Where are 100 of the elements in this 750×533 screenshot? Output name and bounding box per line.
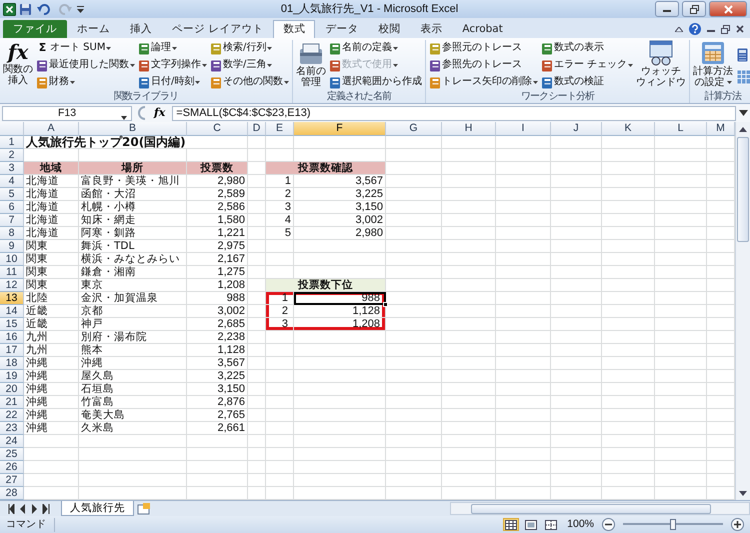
spreadsheet-cell[interactable]	[551, 279, 602, 292]
spreadsheet-cell[interactable]	[294, 253, 386, 266]
spreadsheet-cell[interactable]: 熊本	[79, 344, 187, 357]
spreadsheet-cell[interactable]	[386, 149, 442, 162]
name-box[interactable]: F13	[2, 106, 132, 120]
spreadsheet-cell[interactable]	[602, 136, 655, 149]
spreadsheet-cell[interactable]	[248, 474, 266, 487]
row-header[interactable]: 10	[0, 253, 24, 266]
spreadsheet-cell[interactable]: 2,765	[187, 409, 248, 422]
scroll-down-icon[interactable]	[739, 490, 747, 496]
spreadsheet-cell[interactable]	[386, 422, 442, 435]
spreadsheet-cell[interactable]	[655, 357, 707, 370]
spreadsheet-cell[interactable]	[442, 318, 496, 331]
collapse-ribbon-icon[interactable]	[675, 26, 683, 32]
spreadsheet-cell[interactable]	[496, 435, 551, 448]
spreadsheet-cell[interactable]	[655, 474, 707, 487]
spreadsheet-cell[interactable]	[266, 136, 294, 149]
spreadsheet-cell[interactable]	[551, 435, 602, 448]
spreadsheet-cell[interactable]	[266, 383, 294, 396]
spreadsheet-cell[interactable]	[602, 435, 655, 448]
ribbon-tab[interactable]: 校閲	[368, 20, 410, 38]
row-header[interactable]: 6	[0, 201, 24, 214]
ribbon-button[interactable]: 検索/行列	[209, 40, 290, 56]
spreadsheet-cell[interactable]	[442, 422, 496, 435]
spreadsheet-cell[interactable]	[551, 409, 602, 422]
spreadsheet-cell[interactable]	[386, 292, 442, 305]
spreadsheet-cell[interactable]	[79, 448, 187, 461]
spreadsheet-cell[interactable]	[248, 383, 266, 396]
spreadsheet-cell[interactable]: 関東	[24, 279, 79, 292]
spreadsheet-cell[interactable]	[266, 370, 294, 383]
spreadsheet-cell[interactable]	[602, 396, 655, 409]
sheet-grid-icon[interactable]	[737, 70, 750, 84]
close-button[interactable]	[709, 1, 747, 17]
spreadsheet-cell[interactable]	[248, 175, 266, 188]
spreadsheet-cell[interactable]	[602, 461, 655, 474]
spreadsheet-cell[interactable]: 2,167	[187, 253, 248, 266]
ribbon-button[interactable]: 参照先のトレース	[428, 57, 539, 73]
spreadsheet-cell[interactable]: 3,567	[294, 175, 386, 188]
spreadsheet-cell[interactable]: 3,567	[187, 357, 248, 370]
spreadsheet-cell[interactable]: 北海道	[24, 175, 79, 188]
spreadsheet-cell[interactable]: 1,580	[187, 214, 248, 227]
spreadsheet-cell[interactable]	[442, 175, 496, 188]
spreadsheet-cell[interactable]	[386, 201, 442, 214]
spreadsheet-cell[interactable]	[602, 175, 655, 188]
spreadsheet-cell[interactable]: 石垣島	[79, 383, 187, 396]
ribbon-tab[interactable]: 数式	[273, 20, 316, 38]
spreadsheet-cell[interactable]: 九州	[24, 331, 79, 344]
spreadsheet-cell[interactable]	[602, 409, 655, 422]
spreadsheet-cell[interactable]: 988	[187, 292, 248, 305]
row-header[interactable]: 4	[0, 175, 24, 188]
spreadsheet-cell[interactable]	[442, 279, 496, 292]
scrollbar-thumb[interactable]	[737, 137, 749, 242]
spreadsheet-cell[interactable]	[442, 214, 496, 227]
spreadsheet-cell[interactable]	[266, 396, 294, 409]
spreadsheet-cell[interactable]	[551, 474, 602, 487]
spreadsheet-cell[interactable]: 1,128	[294, 305, 386, 318]
spreadsheet-cell[interactable]	[442, 331, 496, 344]
spreadsheet-cell[interactable]: 鎌倉・湘南	[79, 266, 187, 279]
spreadsheet-cell[interactable]	[655, 136, 707, 149]
row-header[interactable]: 8	[0, 227, 24, 240]
row-header[interactable]: 9	[0, 240, 24, 253]
spreadsheet-cell[interactable]	[386, 435, 442, 448]
spreadsheet-cell[interactable]	[442, 266, 496, 279]
column-header[interactable]: C	[187, 122, 248, 136]
row-header[interactable]: 3	[0, 162, 24, 175]
spreadsheet-cell[interactable]: 屋久島	[79, 370, 187, 383]
column-header[interactable]: H	[442, 122, 496, 136]
column-header[interactable]: I	[496, 122, 551, 136]
spreadsheet-cell[interactable]	[496, 396, 551, 409]
row-header[interactable]: 21	[0, 396, 24, 409]
spreadsheet-cell[interactable]	[496, 448, 551, 461]
ribbon-button[interactable]: fx 関数の 挿入	[2, 40, 34, 91]
spreadsheet-cell[interactable]: 関東	[24, 253, 79, 266]
view-button[interactable]	[543, 518, 560, 531]
spreadsheet-cell[interactable]	[294, 461, 386, 474]
spreadsheet-cell[interactable]	[386, 175, 442, 188]
close-icon[interactable]	[736, 25, 744, 33]
spreadsheet-cell[interactable]	[551, 292, 602, 305]
minimize-button[interactable]	[655, 1, 679, 17]
spreadsheet-cell[interactable]	[266, 422, 294, 435]
spreadsheet-cell[interactable]	[551, 383, 602, 396]
spreadsheet-cell[interactable]	[602, 266, 655, 279]
row-header[interactable]: 22	[0, 409, 24, 422]
spreadsheet-cell[interactable]	[386, 318, 442, 331]
spreadsheet-cell[interactable]: 1,208	[187, 279, 248, 292]
spreadsheet-cell[interactable]: 2,661	[187, 422, 248, 435]
spreadsheet-cell[interactable]: 沖縄	[24, 409, 79, 422]
spreadsheet-cell[interactable]: 北海道	[24, 227, 79, 240]
spreadsheet-cell[interactable]	[551, 175, 602, 188]
spreadsheet-cell[interactable]: 神戸	[79, 318, 187, 331]
ribbon-button[interactable]: 選択範囲から作成	[328, 74, 423, 90]
spreadsheet-cell[interactable]	[551, 240, 602, 253]
spreadsheet-cell[interactable]	[248, 344, 266, 357]
spreadsheet-cell[interactable]	[496, 188, 551, 201]
ribbon-button[interactable]: 計算方法 の設定	[692, 40, 734, 91]
spreadsheet-cell[interactable]	[79, 474, 187, 487]
spreadsheet-cell[interactable]	[386, 214, 442, 227]
spreadsheet-cell[interactable]	[187, 435, 248, 448]
spreadsheet-cell[interactable]	[386, 448, 442, 461]
spreadsheet-cell[interactable]	[655, 201, 707, 214]
